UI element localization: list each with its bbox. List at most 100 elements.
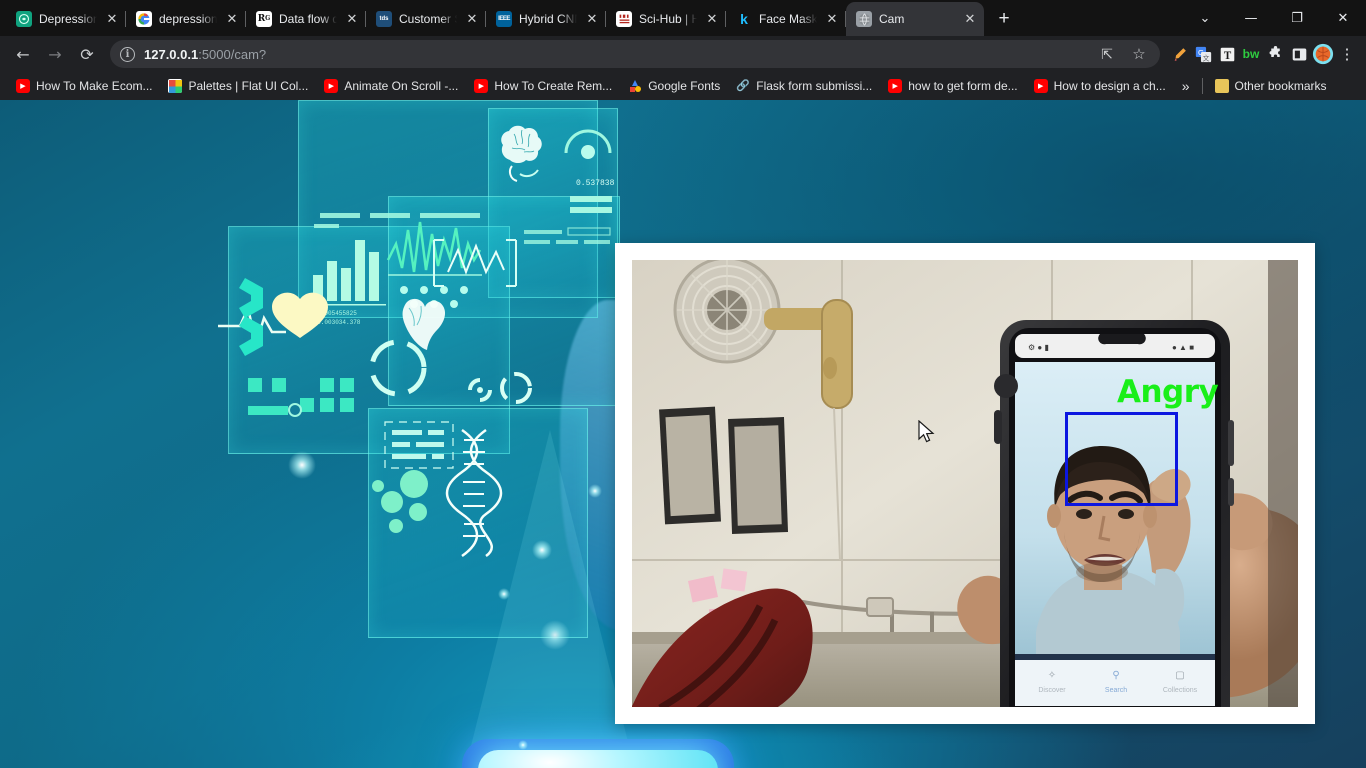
bookmark-label: How to design a ch...: [1054, 79, 1166, 93]
browser-tab-4[interactable]: tds Customer Seg ✕: [366, 2, 486, 36]
svg-text:文: 文: [1202, 53, 1209, 62]
tab-title: Data flow dia: [279, 12, 337, 26]
browser-tab-7[interactable]: k Face Mask De ✕: [726, 2, 846, 36]
tab-close-button[interactable]: ✕: [464, 11, 480, 27]
tds-icon: tds: [376, 11, 392, 27]
browser-tab-1[interactable]: Depression D ✕: [6, 2, 126, 36]
tab-strip: Depression D ✕ depression de ✕ RG Data f…: [0, 0, 1366, 36]
tab-close-button[interactable]: ✕: [704, 11, 720, 27]
face-bounding-box: [1065, 412, 1178, 506]
tab-close-button[interactable]: ✕: [962, 11, 978, 27]
svg-text:Search: Search: [1105, 687, 1127, 694]
svg-text:Collections: Collections: [1163, 687, 1198, 694]
other-bookmarks-label: Other bookmarks: [1235, 79, 1327, 93]
svg-text:● ▲ ■: ● ▲ ■: [1172, 343, 1194, 352]
maximize-button[interactable]: ❐: [1274, 2, 1320, 34]
browser-window: Depression D ✕ depression de ✕ RG Data f…: [0, 0, 1366, 768]
browser-tab-5[interactable]: IEEE Hybrid CNN-S ✕: [486, 2, 606, 36]
side-panel-icon[interactable]: [1288, 43, 1310, 65]
bitwarden-icon[interactable]: bw: [1240, 43, 1262, 65]
reload-button[interactable]: ⟳: [72, 39, 102, 69]
tablet-device-screen: [478, 750, 718, 768]
address-bar[interactable]: i 127.0.0.1:5000/cam? ⇱ ☆: [110, 40, 1160, 68]
svg-text:T: T: [1223, 49, 1231, 61]
url-host: 127.0.0.1: [144, 47, 198, 62]
highlighter-icon[interactable]: [1168, 43, 1190, 65]
tab-title: depression de: [159, 12, 217, 26]
bookmark-item[interactable]: Google Fonts: [620, 75, 728, 97]
tab-close-button[interactable]: ✕: [344, 11, 360, 27]
chatgpt-icon: [16, 11, 32, 27]
back-button[interactable]: ←: [8, 39, 38, 69]
youtube-icon: ▶: [1034, 79, 1048, 93]
bookmark-label: Palettes | Flat UI Col...: [188, 79, 308, 93]
hero-illustration: X:0.005455825 Y:0.003034.378: [0, 100, 640, 768]
tab-close-button[interactable]: ✕: [104, 11, 120, 27]
tab-close-button[interactable]: ✕: [824, 11, 840, 27]
browser-toolbar: ← → ⟳ i 127.0.0.1:5000/cam? ⇱ ☆ G文 T bw: [0, 36, 1366, 72]
bookmark-label: Google Fonts: [648, 79, 720, 93]
url-text: 127.0.0.1:5000/cam?: [144, 47, 266, 62]
tab-title: Hybrid CNN-S: [519, 12, 577, 26]
minimize-button[interactable]: —: [1228, 2, 1274, 34]
bookmark-item[interactable]: 🔗 Flask form submissi...: [728, 75, 880, 97]
kaggle-icon: k: [736, 11, 752, 27]
youtube-icon: ▶: [888, 79, 902, 93]
bookmark-label: Flask form submissi...: [756, 79, 872, 93]
bookmarks-overflow-button[interactable]: »: [1174, 78, 1198, 94]
googlefonts-icon: [628, 79, 642, 93]
youtube-icon: ▶: [474, 79, 488, 93]
text-tool-icon[interactable]: T: [1216, 43, 1238, 65]
bookmark-label: How To Make Ecom...: [36, 79, 152, 93]
youtube-icon: ▶: [324, 79, 338, 93]
bookmark-label: Animate On Scroll -...: [344, 79, 458, 93]
tab-title: Customer Seg: [399, 12, 457, 26]
site-info-icon[interactable]: i: [120, 47, 135, 62]
avatar[interactable]: [1312, 43, 1334, 65]
browser-tab-8-active[interactable]: Cam ✕: [846, 2, 984, 36]
light-particle: [540, 620, 570, 650]
browser-tab-2[interactable]: depression de ✕: [126, 2, 246, 36]
window-close-button[interactable]: ✕: [1320, 2, 1366, 34]
bookmark-item[interactable]: ▶ How to design a ch...: [1026, 75, 1174, 97]
bookmark-label: how to get form de...: [908, 79, 1017, 93]
light-particle: [518, 740, 528, 750]
google-translate-icon[interactable]: G文: [1192, 43, 1214, 65]
browser-menu-button[interactable]: ⋮: [1336, 43, 1358, 65]
browser-tab-6[interactable]: Sci-Hub | Hyb ✕: [606, 2, 726, 36]
bookmark-label: How To Create Rem...: [494, 79, 612, 93]
scihub-icon: [616, 11, 632, 27]
bookmark-item[interactable]: ▶ How To Make Ecom...: [8, 75, 160, 97]
share-icon[interactable]: ⇱: [1096, 43, 1118, 65]
bookmark-item[interactable]: ▶ Animate On Scroll -...: [316, 75, 466, 97]
new-tab-button[interactable]: +: [990, 5, 1018, 33]
tab-title: Cam: [879, 12, 955, 26]
bookmark-item[interactable]: ▶ How To Create Rem...: [466, 75, 620, 97]
tab-close-button[interactable]: ✕: [224, 11, 240, 27]
bookmark-star-icon[interactable]: ☆: [1128, 43, 1150, 65]
other-bookmarks-button[interactable]: Other bookmarks: [1207, 75, 1335, 97]
svg-text:0.537838: 0.537838: [576, 179, 615, 188]
svg-text:▢: ▢: [1175, 670, 1184, 681]
emotion-label: Angry: [1117, 377, 1218, 408]
light-particle: [532, 540, 552, 560]
link-icon: 🔗: [736, 79, 750, 93]
forward-button[interactable]: →: [40, 39, 70, 69]
browser-tab-3[interactable]: RG Data flow dia ✕: [246, 2, 366, 36]
researchgate-icon: RG: [256, 11, 272, 27]
globe-icon: [856, 11, 872, 27]
url-path: :5000/cam?: [198, 47, 266, 62]
puzzle-piece-icon[interactable]: [1264, 43, 1286, 65]
tab-search-chevron-icon[interactable]: ⌄: [1182, 2, 1228, 34]
tab-close-button[interactable]: ✕: [584, 11, 600, 27]
light-particle: [588, 484, 602, 498]
folder-icon: [1215, 79, 1229, 93]
bookmark-item[interactable]: Palettes | Flat UI Col...: [160, 75, 316, 97]
omnibox-actions: ⇱ ☆: [1096, 43, 1150, 65]
tab-title: Face Mask De: [759, 12, 817, 26]
light-particle: [498, 588, 510, 600]
window-controls: ⌄ — ❐ ✕: [1182, 0, 1366, 36]
tab-title: Depression D: [39, 12, 97, 26]
bookmark-item[interactable]: ▶ how to get form de...: [880, 75, 1025, 97]
ieee-icon: IEEE: [496, 11, 512, 27]
